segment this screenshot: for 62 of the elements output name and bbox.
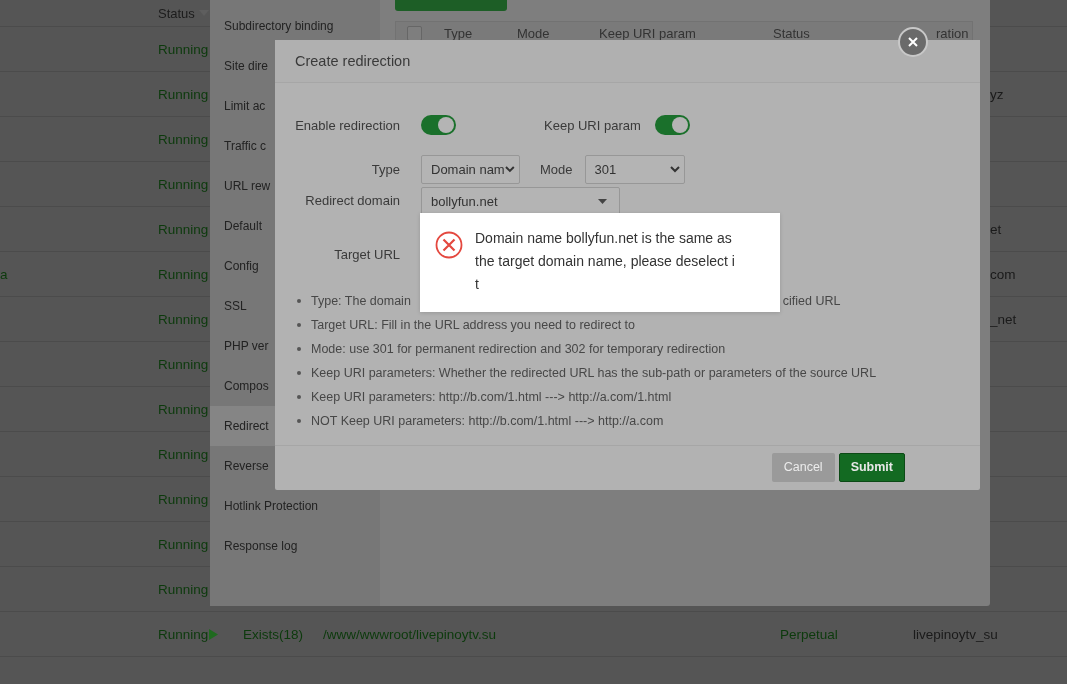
sidebar-item[interactable]: Response log — [210, 526, 380, 566]
bullet-icon — [297, 323, 301, 327]
message-text: Domain name bollyfun.net is the same as the target domain name, please deselect i t — [475, 229, 736, 294]
status-text: Running — [158, 221, 209, 237]
note-text: Type: The domain — [311, 294, 411, 308]
status-text: Running — [158, 86, 209, 102]
table-cell: com — [990, 266, 1016, 282]
bullet-icon — [297, 371, 301, 375]
caret-icon — [598, 199, 607, 204]
status-text: Running — [158, 176, 209, 192]
status-text: Running — [158, 626, 209, 642]
type-select[interactable]: Domain nam — [421, 154, 520, 184]
field-label: Redirect domain — [304, 193, 401, 208]
table-cell: a — [0, 266, 8, 282]
close-icon — [908, 37, 918, 47]
error-icon — [435, 231, 463, 259]
status-text: Running — [158, 41, 209, 57]
bullet-icon — [297, 395, 301, 399]
field-label: Keep URI param — [544, 117, 641, 133]
column-header: Status — [773, 25, 811, 41]
bullet-icon — [297, 299, 301, 303]
checkbox[interactable] — [407, 25, 422, 41]
sidebar-item[interactable]: Hotlink Protection — [210, 486, 380, 526]
table-cell: et — [990, 221, 1002, 237]
column-header[interactable]: Status — [158, 5, 195, 21]
toggle-switch[interactable] — [654, 115, 690, 135]
bullet-icon — [297, 347, 301, 351]
note-text: Target URL: Fill in the URL address you need to redirect to — [311, 318, 635, 332]
note-text: cified URL — [782, 294, 841, 308]
column-header: Keep URI param — [599, 25, 697, 41]
status-text: Running — [158, 491, 209, 507]
note-text: Keep URI parameters: Whether the redirected URL has the sub-path or parameters of the source URL — [311, 366, 877, 380]
field-label: Target URL — [333, 246, 401, 262]
chevron-icon — [669, 165, 680, 173]
bullet-icon — [297, 419, 301, 423]
mode-select[interactable]: 301 — [584, 154, 685, 184]
note-text: NOT Keep URI parameters: http://b.com/1.html ---> http://a.com — [311, 414, 664, 428]
field-label: Type — [370, 161, 401, 177]
status-text: Running — [158, 311, 209, 327]
column-header: Mode — [517, 25, 551, 41]
status-text: Running — [158, 446, 209, 462]
toggle-switch[interactable] — [421, 115, 456, 135]
sort-caret-icon — [198, 10, 209, 16]
submit-button[interactable]: Submit — [838, 452, 905, 482]
status-text: Running — [158, 401, 209, 417]
note-text: Mode: use 301 for permanent redirection and 302 for temporary redirection — [311, 342, 726, 356]
table-cell: _net — [990, 311, 1017, 327]
table-cell: Perpetual — [780, 626, 838, 642]
field-label: Mode — [540, 161, 573, 177]
note-text: Keep URI parameters: http://b.com/1.html ---> http://a.com/1.html — [311, 390, 672, 404]
status-text: Running — [158, 356, 209, 372]
table-cell: livepinoytv_su — [913, 626, 998, 642]
column-header: ration — [936, 25, 969, 41]
field-label: Enable redirection — [294, 117, 401, 133]
table-cell: yz — [990, 86, 1004, 102]
dialog-title: Create redirection — [295, 53, 411, 69]
chevron-icon — [505, 165, 515, 173]
status-text: Running — [158, 266, 209, 282]
status-text: Running — [158, 536, 209, 552]
column-header: Type — [444, 25, 474, 41]
status-text: Running — [158, 581, 209, 597]
status-text: Running — [158, 131, 209, 147]
